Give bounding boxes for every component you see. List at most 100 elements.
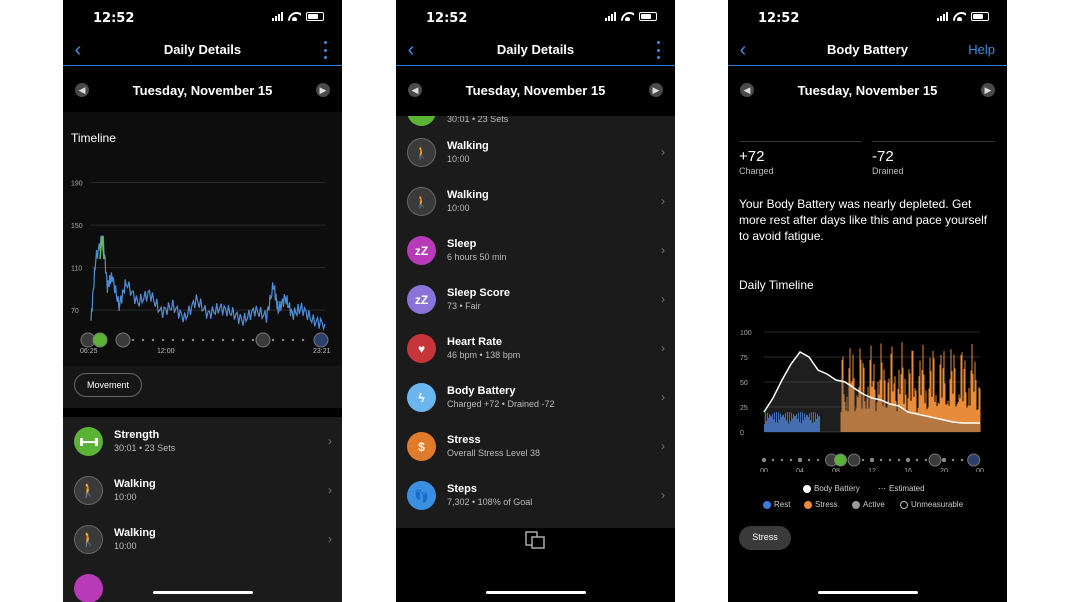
drained-label: Drained bbox=[872, 166, 904, 176]
timeline-dot bbox=[924, 458, 928, 462]
legend-dot bbox=[803, 484, 811, 493]
status-time: 12:52 bbox=[426, 11, 468, 26]
timeline-dot bbox=[771, 458, 775, 462]
stress-bar bbox=[971, 344, 973, 432]
timeline-dot bbox=[888, 458, 892, 462]
legend-dot bbox=[900, 500, 908, 509]
strength-marker-icon[interactable] bbox=[92, 332, 108, 348]
steps-icon: 👣 bbox=[407, 481, 436, 510]
list-item-title: Sleep bbox=[447, 238, 477, 250]
page-title: Daily Details bbox=[163, 42, 242, 57]
list-item[interactable]: zZ Sleep Score 73 • Fair › bbox=[396, 275, 675, 324]
next-day-icon[interactable]: ▶ bbox=[649, 83, 663, 97]
more-options-icon[interactable] bbox=[322, 41, 328, 59]
list-item[interactable]: 🚶 Walking 10:00 › bbox=[396, 177, 675, 226]
timeline-dot bbox=[905, 457, 911, 463]
legend-item: Unmeasurable bbox=[900, 500, 963, 509]
timeline-dot bbox=[816, 458, 820, 462]
stress-button[interactable]: Stress bbox=[739, 526, 791, 550]
date-label: Tuesday, November 15 bbox=[465, 83, 606, 98]
help-link[interactable]: Help bbox=[968, 42, 995, 57]
stress-bar bbox=[961, 352, 963, 432]
list-item[interactable]: ϟ Body Battery Charged +72 • Drained -72 › bbox=[396, 373, 675, 422]
nav-bar: ‹ Daily Details bbox=[63, 36, 342, 66]
nav-bar: ‹ Body Battery Help bbox=[728, 36, 1007, 66]
x-tick-label: 00 bbox=[760, 468, 768, 472]
chevron-right-icon: › bbox=[661, 488, 665, 502]
list-item[interactable]: $ Stress Overall Stress Level 38 › bbox=[396, 422, 675, 471]
legend-item: Body Battery bbox=[803, 484, 860, 493]
list-item-subtitle: Charged +72 • Drained -72 bbox=[447, 399, 555, 409]
chevron-right-icon: › bbox=[661, 390, 665, 404]
list-item[interactable]: 🚶 Walking 10:00 › bbox=[63, 515, 342, 564]
chevron-right-icon: › bbox=[661, 194, 665, 208]
list-item[interactable]: 👣 Steps 7,302 • 108% of Goal › bbox=[396, 471, 675, 520]
timeline-dot bbox=[761, 457, 767, 463]
sleep-marker-icon[interactable] bbox=[967, 453, 981, 467]
list-item-title: Stress bbox=[447, 434, 481, 446]
body-battery-chart: 0 25 50 75 100 00 04 08 12 16 20 00 bbox=[740, 330, 984, 472]
timeline-dot bbox=[789, 458, 793, 462]
list-item-title: Walking bbox=[447, 189, 489, 201]
status-bar: 12:52 bbox=[396, 0, 675, 36]
date-selector: ◀ Tuesday, November 15 ▶ bbox=[63, 72, 342, 108]
stress-icon: $ bbox=[407, 432, 436, 461]
walking-icon: 🚶 bbox=[74, 525, 103, 554]
x-tick-mid: 12:00 bbox=[157, 348, 175, 355]
x-tick-label: 12 bbox=[868, 468, 876, 472]
timeline-panel: Timeline 70 110 150 190 06:25 12:00 23:21 bbox=[63, 112, 342, 366]
movement-button[interactable]: Movement bbox=[74, 373, 142, 397]
chevron-right-icon: › bbox=[328, 483, 332, 497]
legend-label: Rest bbox=[774, 500, 791, 509]
legend-label: Body Battery bbox=[814, 484, 860, 493]
timeline-dot bbox=[960, 458, 964, 462]
stress-bar bbox=[974, 361, 976, 432]
strength-marker-icon[interactable] bbox=[834, 453, 847, 467]
timeline-dot bbox=[797, 457, 803, 463]
date-label: Tuesday, November 15 bbox=[132, 83, 273, 98]
list-item[interactable]: ♥ Heart Rate 46 bpm • 138 bpm › bbox=[396, 324, 675, 373]
walking-marker-icon[interactable] bbox=[115, 332, 131, 348]
walking-marker-icon[interactable] bbox=[928, 453, 942, 467]
divider bbox=[872, 141, 995, 142]
share-icon[interactable] bbox=[524, 530, 546, 550]
heart-rate-line bbox=[90, 235, 326, 332]
walking-marker-icon[interactable] bbox=[255, 332, 271, 348]
list-item[interactable]: 🚶 Walking 10:00 › bbox=[63, 466, 342, 515]
legend-dot bbox=[852, 500, 860, 509]
more-options-icon[interactable] bbox=[655, 41, 661, 59]
list-item-subtitle: 6 hours 50 min bbox=[447, 252, 507, 262]
list-item-subtitle: Overall Stress Level 38 bbox=[447, 448, 541, 458]
legend-item: Rest bbox=[763, 500, 790, 509]
list-item[interactable]: 🚶 Walking 10:00 › bbox=[396, 128, 675, 177]
timeline-dot bbox=[241, 338, 245, 342]
timeline-dot bbox=[251, 338, 255, 342]
list-item-title: Walking bbox=[447, 140, 489, 152]
wifi-icon bbox=[953, 12, 966, 21]
legend-label: Estimated bbox=[889, 484, 925, 493]
list-item[interactable]: Strength 30:01 • 23 Sets › bbox=[63, 417, 342, 466]
legend-dot bbox=[763, 500, 771, 509]
stress-bar bbox=[953, 354, 955, 432]
list-item-subtitle: 73 • Fair bbox=[447, 301, 481, 311]
charged-value: +72 bbox=[739, 148, 765, 165]
timeline-dot bbox=[211, 338, 215, 342]
timeline-dot bbox=[861, 458, 865, 462]
next-day-icon[interactable]: ▶ bbox=[316, 83, 330, 97]
list-item-subtitle: 46 bpm • 138 bpm bbox=[447, 350, 521, 360]
chevron-right-icon: › bbox=[328, 532, 332, 546]
timeline-dot bbox=[281, 338, 285, 342]
legend-label: Unmeasurable bbox=[911, 500, 964, 509]
body-battery-icon: ϟ bbox=[407, 383, 436, 412]
sleep-marker-icon[interactable] bbox=[313, 332, 329, 348]
legend-item: Stress bbox=[804, 500, 838, 509]
walking-marker-icon[interactable] bbox=[847, 453, 861, 467]
stress-bar bbox=[950, 349, 952, 432]
list-item[interactable]: zZ Sleep 6 hours 50 min › bbox=[396, 226, 675, 275]
chevron-right-icon: › bbox=[328, 434, 332, 448]
chevron-right-icon: › bbox=[661, 341, 665, 355]
stress-bar bbox=[960, 355, 962, 432]
filter-bar: Movement bbox=[63, 366, 342, 408]
next-day-icon[interactable]: ▶ bbox=[981, 83, 995, 97]
timeline-dot bbox=[291, 338, 295, 342]
